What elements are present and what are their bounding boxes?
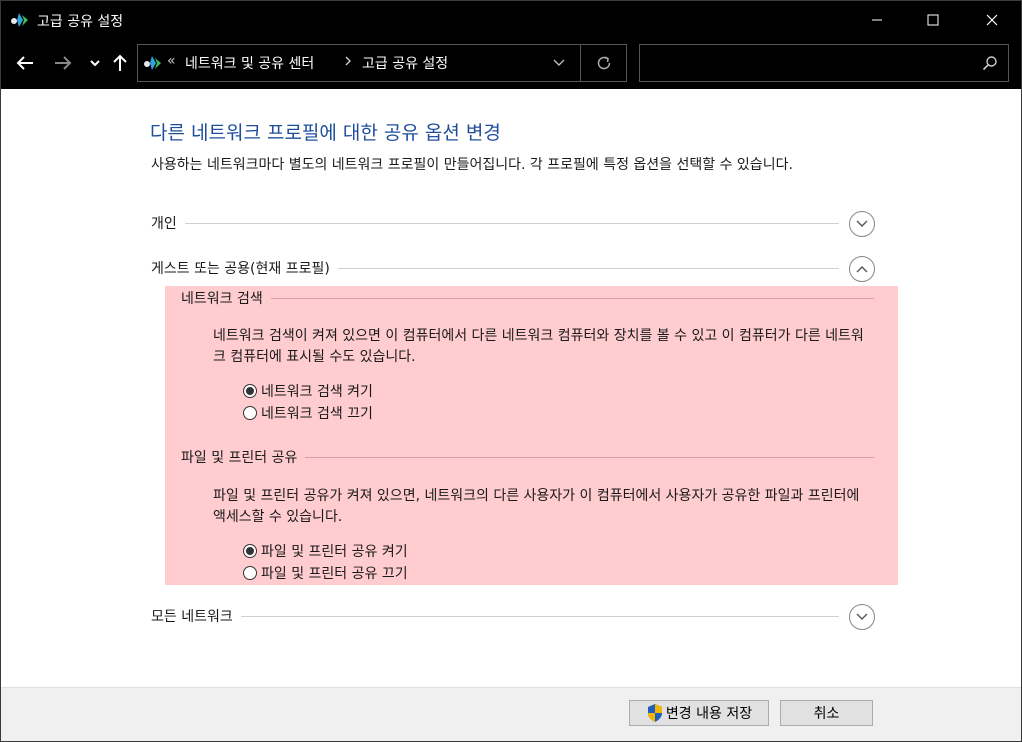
up-arrow-icon (113, 54, 127, 71)
guest-public-settings-panel: 네트워크 검색 네트워크 검색이 켜져 있으면 이 컴퓨터에서 다른 네트워크 … (165, 286, 898, 585)
window-title: 고급 공유 설정 (37, 14, 124, 30)
file-printer-sharing-off-label[interactable]: 파일 및 프린터 공유 끄기 (261, 563, 408, 583)
section-guest-public[interactable]: 게스트 또는 공용(현재 프로필) (151, 256, 875, 282)
back-button[interactable] (13, 51, 37, 75)
radio-selected-dot (246, 387, 254, 395)
network-discovery-off-option[interactable]: 네트워크 검색 끄기 (243, 402, 373, 424)
network-discovery-on-radio[interactable] (243, 384, 257, 398)
expand-all-networks-button[interactable] (849, 604, 875, 630)
breadcrumb-overflow[interactable]: « (167, 53, 176, 69)
file-printer-sharing-off-option[interactable]: 파일 및 프린터 공유 끄기 (243, 562, 408, 584)
minimize-button[interactable] (854, 1, 900, 39)
collapse-guest-public-button[interactable] (849, 256, 875, 282)
back-arrow-icon (16, 56, 33, 70)
navigation-bar: « 네트워크 및 공유 센터 고급 공유 설정 (1, 39, 1021, 89)
file-printer-sharing-description: 파일 및 프린터 공유가 켜져 있으면, 네트워크의 다른 사용자가 이 컴퓨터… (213, 488, 860, 525)
chevron-down-icon (856, 220, 868, 227)
network-discovery-description: 네트워크 검색이 켜져 있으면 이 컴퓨터에서 다른 네트워크 컴퓨터와 장치를… (213, 328, 864, 365)
save-changes-label: 변경 내용 저장 (665, 706, 753, 722)
section-divider (151, 223, 839, 224)
address-bar[interactable]: « 네트워크 및 공유 센터 고급 공유 설정 (137, 44, 627, 82)
network-discovery-heading-row: 네트워크 검색 (181, 288, 874, 310)
minimize-icon (872, 19, 882, 21)
chevron-down-icon[interactable] (552, 55, 566, 69)
network-sharing-icon (11, 13, 28, 27)
close-icon (986, 14, 998, 26)
file-printer-sharing-on-radio[interactable] (243, 544, 257, 558)
search-input[interactable] (648, 51, 972, 75)
file-printer-sharing-heading-row: 파일 및 프린터 공유 (181, 447, 874, 469)
search-icon[interactable] (982, 55, 998, 71)
chevron-down-icon (90, 60, 100, 67)
address-divider (580, 45, 581, 81)
section-all-networks[interactable]: 모든 네트워크 (151, 604, 875, 630)
page-title: 다른 네트워크 프로필에 대한 공유 옵션 변경 (150, 122, 501, 144)
title-bar: 고급 공유 설정 (1, 1, 1021, 39)
uac-shield-icon (647, 704, 662, 722)
section-guest-public-label: 게스트 또는 공용(현재 프로필) (151, 258, 338, 278)
network-discovery-on-label[interactable]: 네트워크 검색 켜기 (261, 381, 373, 401)
file-printer-sharing-on-option[interactable]: 파일 및 프린터 공유 켜기 (243, 540, 408, 562)
network-sharing-icon (144, 56, 161, 70)
section-private-label: 개인 (151, 213, 185, 233)
chevron-down-icon (856, 613, 868, 620)
up-button[interactable] (108, 51, 132, 75)
breadcrumb-advanced-sharing[interactable]: 고급 공유 설정 (362, 53, 448, 73)
forward-button[interactable] (51, 51, 75, 75)
section-private[interactable]: 개인 (151, 211, 875, 237)
chevron-up-icon (856, 266, 868, 273)
network-discovery-off-label[interactable]: 네트워크 검색 끄기 (261, 403, 373, 423)
file-printer-sharing-on-label[interactable]: 파일 및 프린터 공유 켜기 (261, 541, 408, 561)
network-discovery-off-radio[interactable] (243, 406, 257, 420)
chevron-right-icon[interactable] (344, 54, 352, 68)
radio-selected-dot (246, 547, 254, 555)
maximize-icon (927, 14, 939, 26)
refresh-icon[interactable] (595, 54, 613, 72)
section-divider (151, 616, 839, 617)
page-description: 사용하는 네트워크마다 별도의 네트워크 프로필이 만들어집니다. 각 프로필에… (151, 157, 793, 173)
expand-private-button[interactable] (849, 211, 875, 237)
network-discovery-heading: 네트워크 검색 (181, 288, 271, 308)
search-box[interactable] (639, 44, 1009, 82)
save-changes-button[interactable]: 변경 내용 저장 (629, 700, 769, 726)
section-all-networks-label: 모든 네트워크 (151, 606, 241, 626)
maximize-button[interactable] (910, 1, 956, 39)
cancel-button[interactable]: 취소 (780, 700, 873, 726)
advanced-sharing-window: 고급 공유 설정 « 네트워크 및 공유 센터 고급 공유 설정 다른 네트워크… (0, 0, 1022, 742)
close-button[interactable] (969, 1, 1015, 39)
file-printer-sharing-heading: 파일 및 프린터 공유 (181, 447, 306, 467)
file-printer-sharing-off-radio[interactable] (243, 566, 257, 580)
forward-arrow-icon (55, 56, 72, 70)
recent-locations-button[interactable] (83, 51, 107, 75)
content-area: 다른 네트워크 프로필에 대한 공유 옵션 변경 사용하는 네트워크마다 별도의… (1, 89, 1021, 687)
breadcrumb-network-sharing-center[interactable]: 네트워크 및 공유 센터 (185, 53, 314, 73)
dialog-footer: 변경 내용 저장 취소 (1, 687, 1021, 741)
subsection-divider (181, 298, 874, 299)
network-discovery-on-option[interactable]: 네트워크 검색 켜기 (243, 380, 373, 402)
